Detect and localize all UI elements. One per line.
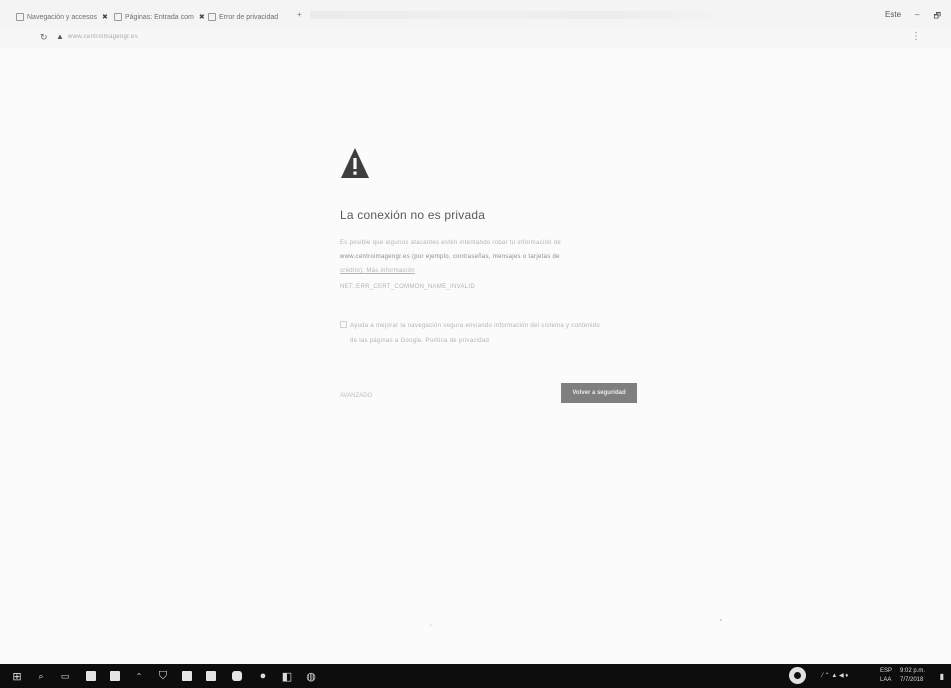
close-tab-icon[interactable]: ✖ — [102, 13, 108, 21]
tray-icons[interactable]: ⁄ ⌃ ▲ ◀ ♦ — [822, 672, 848, 679]
tab-strip-background — [310, 11, 730, 19]
vpn-tray-icon[interactable] — [789, 667, 806, 684]
new-tab-button[interactable]: + — [297, 10, 302, 19]
app-icon[interactable]: ◧ — [280, 669, 294, 683]
error-code: NET::ERR_CERT_COMMON_NAME_INVALID — [340, 284, 476, 290]
shield-icon[interactable]: ⛉ — [156, 669, 170, 683]
notifications-icon[interactable]: ▮ — [935, 669, 949, 683]
browser-tab[interactable]: Navegación y accesos ✖ — [16, 10, 112, 24]
checkbox-label: Ayuda a mejorar la navegación segura env… — [350, 323, 600, 329]
windows-taskbar: ⊞ ⌕ ▭ ⌃ ⛉ ● ◧ ◍ ⁄ ⌃ ▲ ◀ ♦ ESP LAA 9:02 p… — [0, 664, 951, 688]
tab-bar: Navegación y accesos ✖ Páginas: Entrada … — [0, 0, 951, 28]
screen-speck — [720, 619, 722, 621]
not-secure-icon[interactable]: ▲ — [56, 32, 64, 41]
task-view-icon[interactable]: ▭ — [58, 669, 72, 683]
warning-triangle-icon — [341, 148, 369, 178]
app-icon[interactable] — [204, 669, 218, 683]
outlook-icon[interactable] — [230, 669, 244, 683]
tray-time[interactable]: 9:02 p.m. — [900, 668, 925, 674]
window-controls: Este – 🗗 — [885, 10, 941, 24]
close-tab-icon[interactable]: ✖ — [199, 13, 205, 21]
windows-start-icon[interactable]: ⊞ — [10, 669, 24, 683]
address-bar: ↻ ▲ www.centroimagengr.es ⋮ — [0, 28, 951, 48]
search-icon[interactable]: ⌕ — [34, 669, 48, 683]
page-favicon-icon — [114, 13, 122, 21]
browser-tab[interactable]: Páginas: Entrada com ✖ — [114, 10, 206, 24]
url-field[interactable]: www.centroimagengr.es — [68, 34, 138, 40]
up-arrow-icon[interactable]: ⌃ — [132, 669, 146, 683]
tab-title: Navegación y accesos — [27, 13, 98, 21]
minimize-button[interactable]: – — [915, 10, 919, 24]
more-info-link[interactable]: crédito). Más información — [340, 268, 415, 274]
back-to-safety-button[interactable]: Volver a seguridad — [561, 383, 637, 403]
tray-language[interactable]: ESP — [880, 668, 892, 674]
page-favicon-icon — [208, 13, 216, 21]
profile-button[interactable]: Este — [885, 10, 901, 24]
restore-button[interactable]: 🗗 — [933, 10, 941, 24]
advanced-button[interactable]: AVANZADO — [340, 393, 372, 399]
safe-browsing-checkbox[interactable] — [340, 321, 347, 328]
reload-icon[interactable]: ↻ — [40, 32, 48, 43]
app-icon[interactable] — [180, 669, 194, 683]
error-heading: La conexión no es privada — [340, 208, 486, 222]
app-icon[interactable]: ◍ — [304, 669, 318, 683]
page-favicon-icon — [16, 13, 24, 21]
tray-language-sub: LAA — [880, 677, 892, 683]
tray-date[interactable]: 7/7/2018 — [900, 677, 923, 683]
tab-title: Error de privacidad — [219, 13, 279, 21]
browser-tab-active[interactable]: Error de privacidad — [208, 10, 288, 24]
chrome-icon[interactable]: ● — [256, 669, 270, 683]
screen-speck — [430, 624, 432, 626]
error-description-line: www.centroimagengr.es (por ejemplo, cont… — [340, 254, 560, 260]
error-description-line: Es posible que algunos atacantes estén i… — [340, 240, 562, 246]
mail-icon[interactable] — [108, 669, 122, 683]
store-icon[interactable] — [84, 669, 98, 683]
menu-icon[interactable]: ⋮ — [911, 31, 921, 42]
checkbox-label: de las páginas a Google. Política de pri… — [350, 338, 490, 344]
tab-title: Páginas: Entrada com — [125, 13, 194, 21]
